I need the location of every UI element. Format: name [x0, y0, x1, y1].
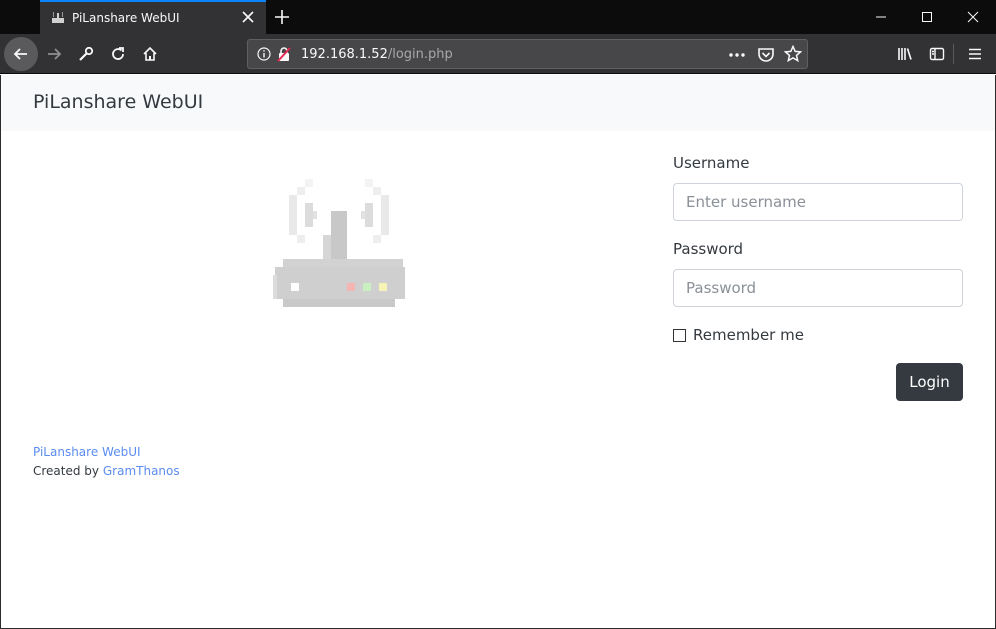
browser-titlebar: PiLanshare WebUI — [0, 0, 996, 34]
sidebar-button[interactable] — [921, 38, 953, 70]
info-icon[interactable] — [257, 47, 271, 61]
close-icon — [967, 11, 979, 23]
router-logo-icon — [273, 179, 405, 307]
forward-button[interactable] — [38, 38, 70, 70]
developer-tools-button[interactable] — [70, 38, 102, 70]
username-input[interactable] — [673, 183, 963, 221]
tab-close-icon[interactable] — [240, 9, 256, 25]
tab-favicon-icon — [52, 12, 64, 23]
menu-button[interactable] — [959, 38, 991, 70]
pocket-icon[interactable] — [757, 46, 775, 64]
minimize-icon — [876, 16, 886, 18]
new-tab-plus-icon[interactable] — [272, 7, 292, 27]
login-button[interactable]: Login — [896, 363, 963, 401]
password-label: Password — [673, 240, 744, 258]
username-label: Username — [673, 154, 750, 172]
window-minimize-button[interactable] — [858, 0, 904, 34]
star-icon[interactable] — [784, 45, 802, 63]
window-close-button[interactable] — [950, 0, 996, 34]
window-maximize-button[interactable] — [904, 0, 950, 34]
browser-toolbar: 192.168.1.52/login.php — [0, 34, 996, 74]
reload-button[interactable] — [102, 38, 134, 70]
maximize-icon — [922, 12, 932, 22]
browser-tab[interactable]: PiLanshare WebUI — [40, 0, 266, 34]
site-navbar: PiLanshare WebUI — [1, 75, 995, 131]
back-button[interactable] — [4, 37, 38, 71]
tab-title: PiLanshare WebUI — [72, 11, 180, 25]
url-host: 192.168.1.52 — [301, 47, 388, 62]
home-button[interactable] — [134, 38, 166, 70]
wrench-icon — [79, 46, 94, 61]
reload-icon — [112, 47, 124, 60]
home-icon — [143, 46, 157, 61]
library-button[interactable] — [889, 38, 921, 70]
back-arrow-icon — [13, 48, 27, 60]
insecure-lock-icon[interactable] — [276, 46, 292, 62]
remember-me-checkbox[interactable] — [673, 328, 686, 342]
password-input[interactable] — [673, 269, 963, 307]
footer-project-link[interactable]: PiLanshare WebUI — [33, 445, 141, 459]
footer-author-link[interactable]: GramThanos — [103, 464, 180, 478]
address-bar[interactable]: 192.168.1.52/login.php — [247, 39, 808, 69]
forward-arrow-icon — [48, 48, 62, 60]
page-content: PiLanshare WebUI Username Password — [0, 75, 996, 629]
library-icon — [898, 48, 912, 60]
url-path: /login.php — [387, 47, 453, 62]
navbar-brand[interactable]: PiLanshare WebUI — [33, 91, 203, 113]
more-icon[interactable] — [728, 47, 746, 63]
sidebar-icon — [929, 47, 945, 61]
hamburger-menu-icon — [969, 48, 981, 60]
remember-me-row[interactable]: Remember me — [673, 326, 804, 344]
url-text[interactable]: 192.168.1.52/login.php — [301, 47, 453, 62]
footer: PiLanshare WebUI Created by GramThanos — [33, 443, 180, 481]
remember-me-label[interactable]: Remember me — [693, 326, 804, 344]
footer-created-by: Created by — [33, 464, 100, 478]
toolbar-separator — [953, 44, 954, 64]
